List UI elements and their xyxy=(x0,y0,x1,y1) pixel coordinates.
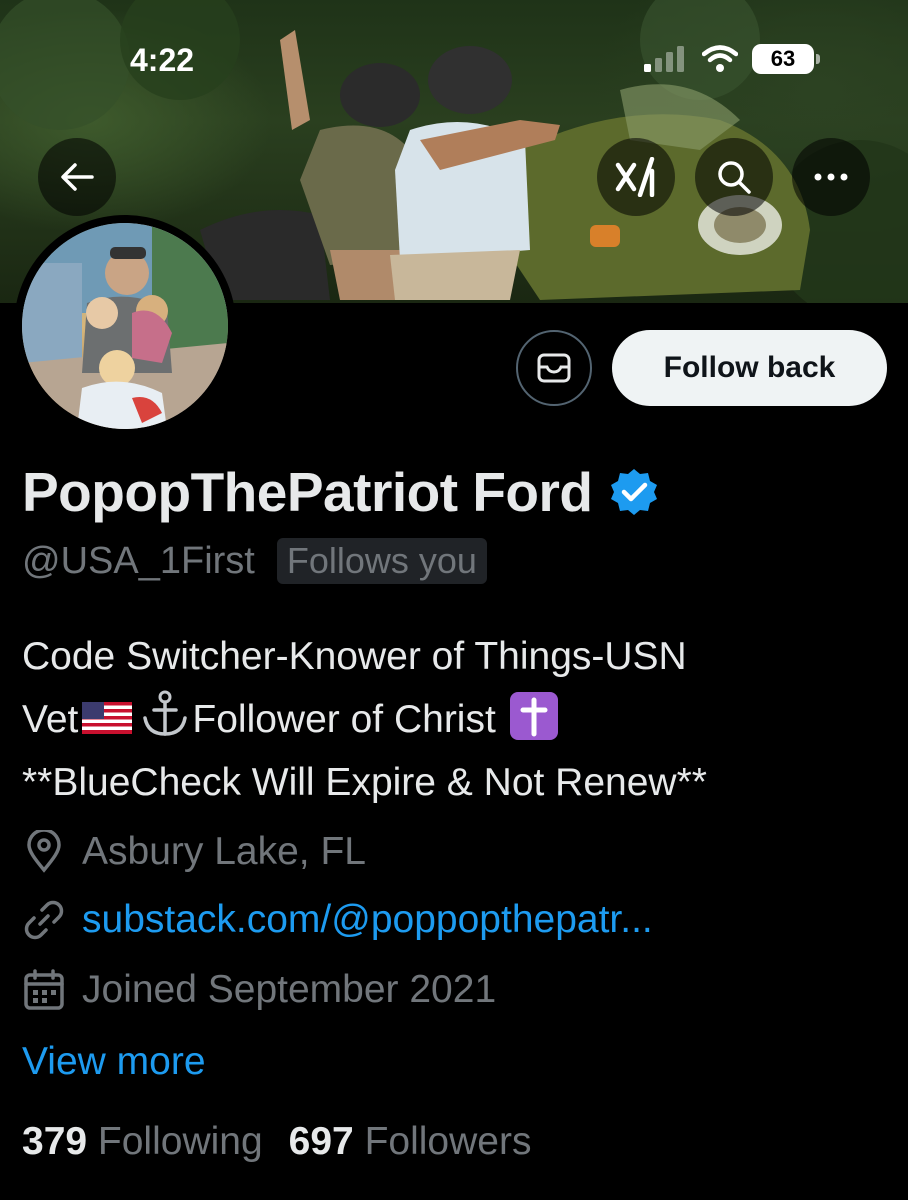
wifi-icon xyxy=(702,45,738,72)
latin-cross-icon xyxy=(509,692,558,740)
followers-count: 697 xyxy=(288,1120,354,1163)
location-row: Asbury Lake, FL xyxy=(22,830,366,874)
more-button[interactable] xyxy=(792,138,870,216)
message-button[interactable] xyxy=(516,330,592,406)
following-stat[interactable]: 379 Following xyxy=(22,1120,263,1164)
follow-stats: 379 Following 697 Followers xyxy=(22,1120,531,1164)
bio-line-2-start: Vet xyxy=(22,698,79,741)
us-flag-icon xyxy=(82,702,133,734)
avatar-image xyxy=(22,223,228,429)
location-text: Asbury Lake, FL xyxy=(82,830,366,873)
cellular-signal-icon xyxy=(644,46,684,72)
more-horizontal-icon xyxy=(814,173,848,181)
view-more-link[interactable]: View more xyxy=(22,1040,206,1084)
status-icons: 63 xyxy=(644,44,820,74)
bio-line-2: Vet Follower of Christ xyxy=(22,688,882,751)
back-button[interactable] xyxy=(38,138,116,216)
verified-badge-icon[interactable] xyxy=(609,467,659,517)
anchor-icon xyxy=(143,690,188,736)
name-row: PopopThePatriot Ford xyxy=(22,460,659,524)
calendar-icon xyxy=(24,969,64,1010)
bio-line-2-end: Follower of Christ xyxy=(192,698,496,741)
search-icon xyxy=(718,161,751,194)
grok-icon xyxy=(615,157,655,197)
joined-row: Joined September 2021 xyxy=(22,968,496,1012)
following-count: 379 xyxy=(22,1120,88,1163)
location-pin-icon xyxy=(27,830,61,873)
grok-button[interactable] xyxy=(597,138,675,216)
following-label: Following xyxy=(97,1120,263,1163)
link-icon xyxy=(24,900,64,940)
website-link[interactable]: substack.com/@poppopthepatr... xyxy=(82,898,653,942)
handle-row: @USA_1First Follows you xyxy=(22,538,487,584)
bio: Code Switcher-Knower of Things-USN Vet F… xyxy=(22,625,882,814)
status-time: 4:22 xyxy=(130,42,195,78)
joined-text: Joined September 2021 xyxy=(82,968,497,1011)
followers-stat[interactable]: 697 Followers xyxy=(289,1120,532,1164)
battery-level: 63 xyxy=(770,46,796,71)
handle: @USA_1First xyxy=(22,539,255,582)
website-row: substack.com/@poppopthepatr... xyxy=(22,898,653,942)
search-button[interactable] xyxy=(695,138,773,216)
mail-icon xyxy=(537,353,571,383)
bio-line-3: **BlueCheck Will Expire & Not Renew** xyxy=(22,761,707,804)
arrow-left-icon xyxy=(61,163,94,191)
bio-line-1: Code Switcher-Knower of Things-USN xyxy=(22,635,687,678)
followers-label: Followers xyxy=(364,1120,532,1163)
follow-back-button[interactable]: Follow back xyxy=(612,330,887,406)
follows-you-badge: Follows you xyxy=(276,538,487,584)
battery-indicator: 63 xyxy=(752,44,820,74)
profile-avatar[interactable] xyxy=(14,215,236,437)
display-name: PopopThePatriot Ford xyxy=(22,461,593,523)
